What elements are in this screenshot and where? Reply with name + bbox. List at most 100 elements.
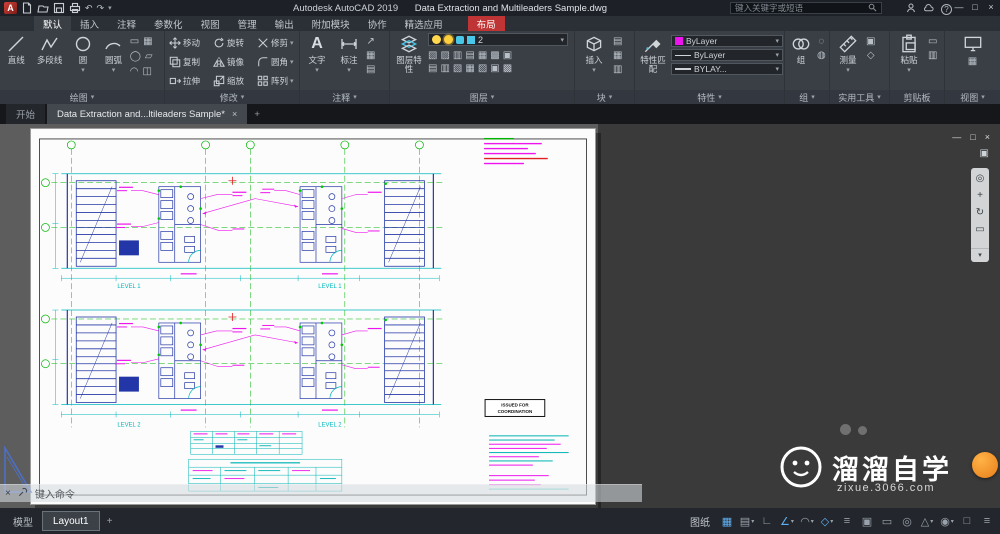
close-button[interactable]: × (984, 1, 998, 14)
ortho-icon[interactable]: ∟ (758, 512, 776, 530)
search-input[interactable]: 键入关键字或短语 (730, 2, 882, 14)
tab-featured-apps[interactable]: 精选应用 (396, 16, 452, 31)
viewport-close-icon[interactable]: × (985, 132, 990, 142)
tab-output[interactable]: 输出 (266, 16, 303, 31)
tool-circle[interactable]: 圆 ▾ (69, 33, 98, 74)
clean-screen-icon[interactable]: □ (958, 512, 976, 530)
viewport-minimize-icon[interactable]: — (952, 132, 961, 142)
tool-measure[interactable]: 测量 ▾ (832, 33, 864, 74)
tool-copy[interactable]: 复制 (167, 56, 211, 68)
layer-freeze-icon[interactable]: ▥ (453, 50, 462, 61)
customize-wrench-icon[interactable] (18, 487, 28, 500)
autocad-logo-icon[interactable]: A (4, 2, 17, 14)
tool-dimension[interactable]: 标注 ▾ (334, 33, 364, 74)
region-icon[interactable]: ◫ (142, 66, 151, 77)
tool-line[interactable]: 直线 (2, 33, 31, 65)
panel-label-draw[interactable]: 绘图 ▾ (0, 90, 164, 104)
rectangle-icon[interactable]: ▭ (130, 36, 139, 47)
tool-array[interactable]: 阵列▾ (255, 75, 299, 87)
redo-icon[interactable]: ↷ (97, 3, 105, 14)
layer-unisolate-icon[interactable]: ▤ (428, 63, 437, 74)
panel-label-utilities[interactable]: 实用工具 ▾ (830, 90, 889, 104)
layer-lock-tool-icon[interactable]: ▤ (465, 50, 474, 61)
layer-thaw-all-icon[interactable]: ▥ (440, 63, 449, 74)
dynamic-input-icon[interactable]: ▣ (858, 512, 876, 530)
table-icon[interactable]: ▦ (366, 50, 375, 61)
tool-paste[interactable]: 粘贴 ▾ (892, 33, 926, 74)
customize-menu-icon[interactable]: ≡ (978, 512, 996, 530)
save-icon[interactable] (53, 2, 65, 14)
tool-viewport[interactable]: ▦ (956, 33, 990, 67)
layer-dropdown[interactable]: 2 ▾ (428, 33, 568, 46)
tool-rotate[interactable]: 旋转 (211, 37, 255, 49)
tab-insert[interactable]: 插入 (71, 16, 108, 31)
create-block-icon[interactable]: ▤ (613, 36, 622, 47)
markup-icon[interactable]: ▤ (366, 64, 375, 75)
quick-select-icon[interactable]: ▣ (866, 36, 875, 47)
drawing-canvas[interactable]: LEVEL 1 LEVEL 1 LEVEL 2 LEVEL 2 ISSUED F… (0, 124, 1000, 508)
tab-manage[interactable]: 管理 (229, 16, 266, 31)
edit-block-icon[interactable]: ▦ (613, 50, 622, 61)
linetype-dropdown[interactable]: ByLayer ▾ (671, 49, 783, 61)
layer-state-icon[interactable]: ▣ (503, 50, 512, 61)
new-file-icon[interactable] (21, 2, 33, 14)
panel-label-clipboard[interactable]: 剪贴板 (890, 90, 944, 104)
tool-trim[interactable]: 修剪▾ (255, 37, 299, 49)
panel-label-groups[interactable]: 组 ▾ (785, 90, 829, 104)
chevron-down-icon[interactable]: ▾ (108, 4, 112, 12)
workspace-icon[interactable]: ◉▾ (938, 512, 956, 530)
viewport-restore-icon[interactable]: □ (970, 132, 975, 142)
tab-parametric[interactable]: 参数化 (145, 16, 192, 31)
floating-badge[interactable] (972, 452, 998, 478)
search-icon[interactable] (868, 3, 877, 14)
model-tab[interactable]: 模型 (4, 514, 42, 529)
lineweight-icon[interactable]: ≡ (838, 512, 856, 530)
object-snap-icon[interactable]: ◇▾ (818, 512, 836, 530)
ungroup-icon[interactable]: ◌ (818, 36, 824, 47)
plot-icon[interactable] (69, 2, 81, 14)
annotation-scale-icon[interactable]: △▾ (918, 512, 936, 530)
tool-move[interactable]: 移动 (167, 37, 211, 49)
attributes-icon[interactable]: ▥ (613, 64, 622, 75)
file-tab-start[interactable]: 开始 (6, 104, 45, 124)
lineweight-dropdown[interactable]: BYLAY... ▾ (671, 63, 783, 75)
copy-clip-icon[interactable]: ▥ (928, 50, 937, 61)
layer-current-icon[interactable]: ▦ (465, 63, 474, 74)
panel-label-layers[interactable]: 图层 ▾ (390, 90, 574, 104)
layout1-tab[interactable]: Layout1 (42, 511, 100, 531)
panel-label-block[interactable]: 块 ▾ (575, 90, 634, 104)
layer-copy-icon[interactable]: ▨ (478, 63, 487, 74)
viewport-config-icon[interactable]: ▦ (968, 56, 977, 67)
minimize-button[interactable]: — (952, 1, 966, 14)
tool-scale[interactable]: 缩放 (211, 75, 255, 87)
tool-arc[interactable]: 圆弧 ▾ (99, 33, 128, 74)
cloud-icon[interactable] (923, 3, 934, 16)
layer-isolate-icon[interactable]: ▨ (440, 50, 449, 61)
layer-off-icon[interactable]: ▧ (428, 50, 437, 61)
tool-polyline[interactable]: 多段线 (33, 33, 67, 65)
maximize-button[interactable]: □ (968, 1, 982, 14)
panel-label-view[interactable]: 视图 ▾ (945, 90, 1000, 104)
tool-fillet[interactable]: 圆角▾ (255, 56, 299, 68)
zoom-extents-icon[interactable]: ▭ (975, 224, 984, 235)
polygon-icon[interactable]: ▱ (145, 51, 153, 62)
spline-icon[interactable]: ◠ (130, 66, 139, 77)
tab-layout[interactable]: 布局 (468, 16, 505, 31)
undo-icon[interactable]: ↶ (85, 3, 93, 14)
tab-annotate[interactable]: 注释 (108, 16, 145, 31)
leader-icon[interactable]: ↗ (367, 36, 375, 47)
layer-merge-icon[interactable]: ▩ (503, 63, 512, 74)
polar-tracking-icon[interactable]: ∠▾ (778, 512, 796, 530)
viewcube-icon[interactable]: ▣ (980, 148, 989, 159)
user-icon[interactable] (906, 3, 916, 16)
tab-addins[interactable]: 附加模块 (303, 16, 359, 31)
layer-unlock-icon[interactable]: ▧ (453, 63, 462, 74)
file-tab-document[interactable]: Data Extraction and...ltileaders Sample*… (47, 104, 247, 124)
cut-icon[interactable]: ▭ (928, 36, 937, 47)
point-icon[interactable]: ◇ (867, 50, 875, 61)
layer-walk-icon[interactable]: ▣ (490, 63, 499, 74)
isodraft-icon[interactable]: ◠▾ (798, 512, 816, 530)
tool-stretch[interactable]: 拉伸 (167, 75, 211, 87)
orbit-icon[interactable]: ↻ (976, 207, 984, 218)
pan-icon[interactable]: + (977, 190, 983, 201)
